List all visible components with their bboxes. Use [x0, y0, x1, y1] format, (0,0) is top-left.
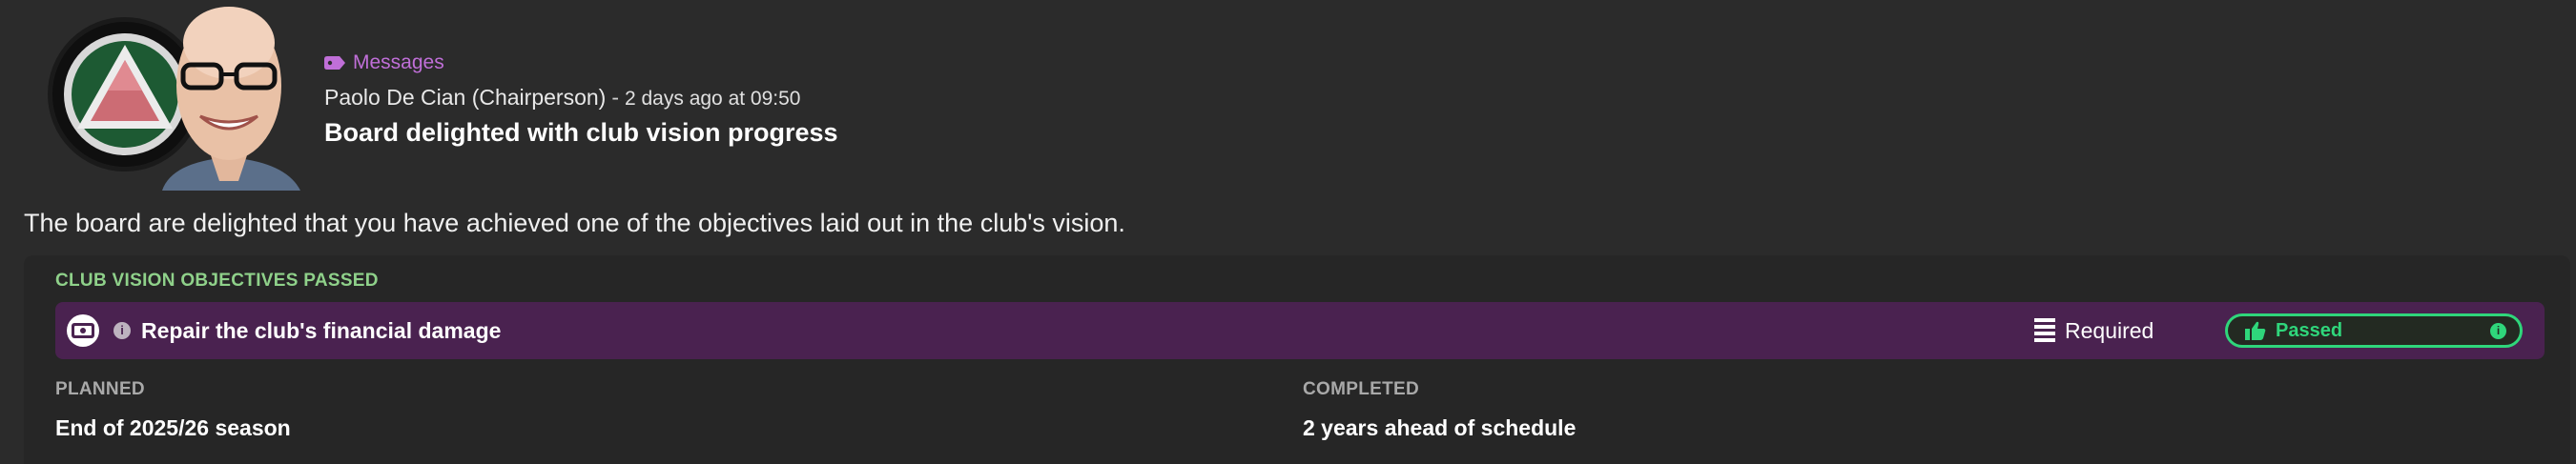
message-meta: Messages Paolo De Cian (Chairperson) -2 d…: [324, 50, 838, 151]
sender-name[interactable]: Paolo De Cian (Chairperson): [324, 85, 606, 110]
chairperson-photo: [162, 7, 300, 191]
objective-row[interactable]: i Repair the club's financial damage Req…: [55, 302, 2545, 359]
info-icon[interactable]: i: [113, 322, 131, 339]
status-info-icon[interactable]: i: [2490, 323, 2506, 339]
message-body: The board are delighted that you have ac…: [24, 209, 1125, 237]
chairperson-avatar[interactable]: [143, 0, 315, 191]
list-icon: [2034, 318, 2055, 342]
category-tag[interactable]: Messages: [324, 50, 838, 76]
vision-objectives-panel: CLUB VISION OBJECTIVES PASSED i Repair t…: [24, 255, 2570, 464]
panel-title: CLUB VISION OBJECTIVES PASSED: [55, 271, 379, 291]
planned-value: End of 2025/26 season: [55, 415, 291, 440]
category-label: Messages: [353, 51, 444, 73]
completed-label: COMPLETED: [1303, 379, 1419, 399]
completed-value: 2 years ahead of schedule: [1303, 415, 1577, 440]
message-time: 2 days ago at 09:50: [624, 88, 801, 110]
sender-separator: -: [611, 85, 619, 110]
message-subject: Board delighted with club vision progres…: [324, 118, 838, 147]
finance-icon: [67, 314, 99, 347]
status-badge[interactable]: Passed i: [2225, 313, 2523, 348]
objective-label: Repair the club's financial damage: [141, 318, 502, 343]
importance-label: Required: [2065, 317, 2154, 343]
planned-label: PLANNED: [55, 379, 145, 399]
thumbs-up-icon: [2245, 321, 2266, 340]
sender-line: Paolo De Cian (Chairperson) -2 days ago a…: [324, 82, 838, 112]
message-header: Messages Paolo De Cian (Chairperson) -2 d…: [0, 0, 2576, 191]
importance-indicator: Required: [2034, 314, 2154, 347]
message-page: Messages Paolo De Cian (Chairperson) -2 d…: [0, 0, 2576, 464]
tag-icon: [324, 56, 345, 70]
status-label: Passed: [2276, 319, 2343, 341]
